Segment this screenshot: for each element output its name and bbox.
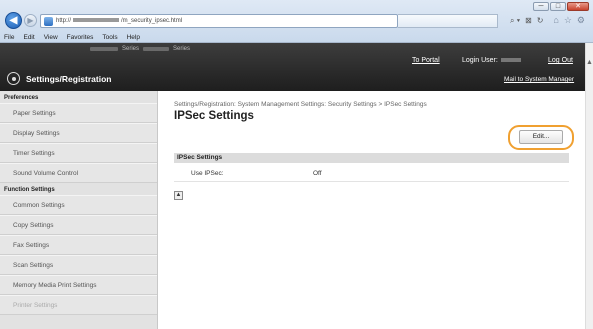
tab-strip[interactable] bbox=[398, 14, 498, 28]
redacted-host bbox=[73, 18, 120, 23]
window-controls: ─ □ ✕ bbox=[533, 2, 589, 11]
section-header: IPSec Settings bbox=[174, 153, 569, 163]
compat-icon[interactable]: ⊠ bbox=[525, 16, 532, 26]
refresh-icon[interactable]: ↻ bbox=[537, 16, 544, 26]
sidebar-item-memory-media-print-settings[interactable]: Memory Media Print Settings bbox=[0, 275, 157, 295]
sidebar: Preferences Paper Settings Display Setti… bbox=[0, 91, 158, 329]
address-url: http:// /m_security_ipsec.html bbox=[56, 18, 182, 24]
menu-edit[interactable]: Edit bbox=[23, 34, 34, 41]
back-to-top-icon[interactable]: ▲ bbox=[174, 191, 183, 200]
menu-help[interactable]: Help bbox=[127, 34, 140, 41]
scroll-up-icon[interactable]: ▲ bbox=[586, 59, 593, 66]
address-tools: ⌕ ▾ ⊠ ↻ bbox=[510, 16, 543, 26]
use-ipsec-value: Off bbox=[313, 170, 322, 177]
favorites-icon[interactable]: ☆ bbox=[564, 15, 572, 26]
forward-icon[interactable]: ▶ bbox=[24, 14, 37, 27]
page-scrollbar[interactable] bbox=[585, 43, 593, 329]
back-icon[interactable]: ◀ bbox=[5, 12, 22, 29]
sidebar-item-copy-settings[interactable]: Copy Settings bbox=[0, 215, 157, 235]
sidebar-item-paper-settings[interactable]: Paper Settings bbox=[0, 103, 157, 123]
mail-to-system-manager-link[interactable]: Mail to System Manager bbox=[504, 76, 574, 83]
page-favicon-icon bbox=[44, 16, 53, 26]
device-model: Series Series bbox=[90, 46, 190, 52]
menu-file[interactable]: File bbox=[4, 34, 14, 41]
sidebar-item-scan-settings[interactable]: Scan Settings bbox=[0, 255, 157, 275]
login-user: Login User: bbox=[462, 57, 524, 64]
to-portal-link[interactable]: To Portal bbox=[412, 57, 440, 64]
row-divider bbox=[174, 181, 569, 182]
maximize-icon[interactable]: □ bbox=[550, 2, 566, 11]
model-series-label: Series bbox=[173, 46, 191, 52]
sidebar-heading-function-settings: Function Settings bbox=[4, 187, 55, 193]
close-icon[interactable]: ✕ bbox=[567, 2, 589, 11]
redacted-user bbox=[500, 58, 521, 63]
url-path: /m_security_ipsec.html bbox=[121, 18, 183, 24]
log-out-link[interactable]: Log Out bbox=[548, 57, 573, 64]
home-icon[interactable]: ⌂ bbox=[553, 15, 558, 26]
settings-gear-icon bbox=[7, 72, 20, 85]
app-title: Settings/Registration bbox=[26, 73, 112, 84]
use-ipsec-label: Use IPSec: bbox=[191, 170, 224, 177]
model-series-label: Series bbox=[122, 46, 140, 52]
login-user-label: Login User: bbox=[462, 57, 498, 64]
sidebar-item-common-settings[interactable]: Common Settings bbox=[0, 195, 157, 215]
section-title: IPSec Settings bbox=[177, 154, 223, 161]
menu-bar: File Edit View Favorites Tools Help bbox=[0, 31, 593, 43]
menu-favorites[interactable]: Favorites bbox=[67, 34, 94, 41]
sidebar-item-sound-volume-control[interactable]: Sound Volume Control bbox=[0, 163, 157, 183]
app-title-row: Settings/Registration bbox=[0, 66, 158, 91]
tools-icon[interactable]: ⚙ bbox=[577, 15, 585, 26]
address-bar[interactable]: http:// /m_security_ipsec.html bbox=[40, 14, 398, 28]
sidebar-item-display-settings[interactable]: Display Settings bbox=[0, 123, 157, 143]
browser-chrome: ─ □ ✕ ◀ ▶ http:///m_security_ipsec.html … bbox=[0, 0, 593, 43]
redacted-model bbox=[143, 47, 170, 51]
edit-button[interactable]: Edit... bbox=[519, 130, 563, 144]
url-prefix: http:// bbox=[56, 18, 72, 24]
redacted-model bbox=[90, 47, 118, 51]
sidebar-item-fax-settings[interactable]: Fax Settings bbox=[0, 235, 157, 255]
search-icon[interactable]: ⌕ ▾ bbox=[510, 16, 520, 26]
browser-toolbar-icons: ⌂ ☆ ⚙ bbox=[553, 15, 585, 26]
sidebar-item-printer-settings[interactable]: Printer Settings bbox=[0, 295, 157, 315]
sidebar-heading-preferences: Preferences bbox=[4, 95, 39, 101]
breadcrumb: Settings/Registration: System Management… bbox=[174, 101, 427, 108]
sidebar-item-timer-settings[interactable]: Timer Settings bbox=[0, 143, 157, 163]
menu-tools[interactable]: Tools bbox=[102, 34, 117, 41]
minimize-icon[interactable]: ─ bbox=[533, 2, 549, 11]
page-title: IPSec Settings bbox=[174, 110, 254, 122]
menu-view[interactable]: View bbox=[44, 34, 58, 41]
